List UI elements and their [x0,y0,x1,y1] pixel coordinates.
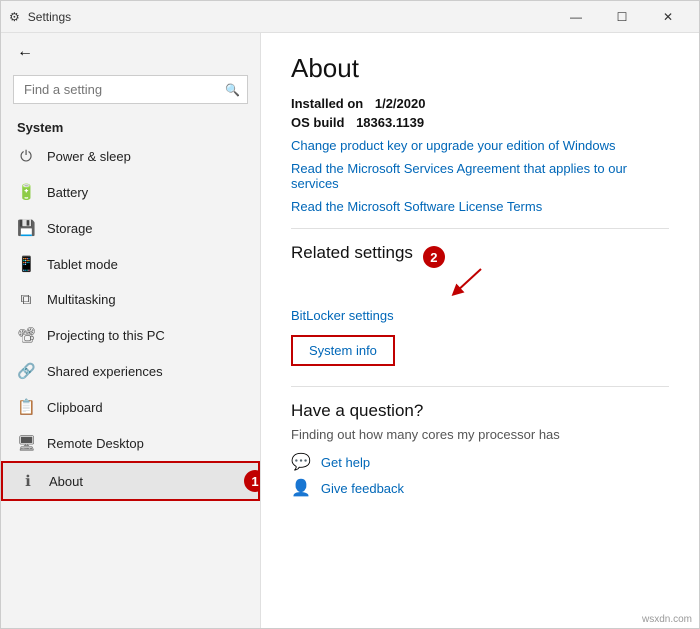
sidebar-item-label: About [49,474,83,489]
maximize-button[interactable]: ☐ [599,1,645,33]
remote-icon: 🖥 [17,434,35,452]
give-feedback-item[interactable]: 👤 Give feedback [291,478,669,498]
sidebar-item-label: Storage [47,221,93,236]
minimize-button[interactable]: — [553,1,599,33]
bitlocker-link[interactable]: BitLocker settings [291,308,669,323]
os-build-label: OS build [291,115,344,130]
shared-icon: 🔗 [17,362,35,380]
battery-icon: 🔋 [17,183,35,201]
sidebar-item-shared[interactable]: 🔗 Shared experiences [1,353,260,389]
os-build-row: OS build 18363.1139 [291,115,669,130]
sidebar-item-label: Multitasking [47,292,116,307]
sidebar-item-projecting[interactable]: 📽 Projecting to this PC [1,317,260,353]
page-title: About [291,53,669,84]
divider2 [291,386,669,387]
back-icon: ← [17,43,33,61]
link-services-agreement[interactable]: Read the Microsoft Services Agreement th… [291,161,669,191]
annotation-badge-2: 2 [423,246,445,268]
main-panel: About Installed on 1/2/2020 OS build 183… [261,33,699,628]
system-info-button[interactable]: System info [291,335,395,366]
sidebar-item-label: Remote Desktop [47,436,144,451]
search-container: 🔍 [13,75,248,104]
badge-2-container: 2 [423,246,445,268]
sidebar-item-label: Clipboard [47,400,103,415]
title-bar-controls: — ☐ ✕ [553,1,691,33]
back-button[interactable]: ← [1,33,260,71]
sidebar-item-multitasking[interactable]: ⧉ Multitasking [1,282,260,317]
sidebar-item-clipboard[interactable]: 📋 Clipboard [1,389,260,425]
sidebar: ← 🔍 System ⏻ Power & sleep 🔋 Battery 💾 S… [1,33,261,628]
get-help-item[interactable]: 💬 Get help [291,452,669,472]
title-bar-left: ⚙ Settings [9,10,71,24]
link-product-key[interactable]: Change product key or upgrade your editi… [291,138,669,153]
os-build-value: 18363.1139 [356,115,424,130]
sidebar-item-label: Battery [47,185,88,200]
related-settings-title: Related settings [291,243,413,263]
title-bar: ⚙ Settings — ☐ ✕ [1,1,699,33]
sidebar-item-power-sleep[interactable]: ⏻ Power & sleep [1,139,260,174]
sidebar-item-tablet[interactable]: 📱 Tablet mode [1,246,260,282]
window-title: Settings [28,10,71,24]
give-feedback-label: Give feedback [321,481,404,496]
related-settings-section: Related settings 2 [291,243,669,372]
close-button[interactable]: ✕ [645,1,691,33]
watermark: wsxdn.com [642,614,692,625]
feedback-icon: 👤 [291,478,311,498]
power-sleep-icon: ⏻ [17,148,35,165]
settings-window: ⚙ Settings — ☐ ✕ ← 🔍 System ⏻ Power & sl… [0,0,700,629]
projecting-icon: 📽 [17,326,35,344]
clipboard-icon: 📋 [17,398,35,416]
storage-icon: 💾 [17,219,35,237]
settings-icon: ⚙ [9,10,20,24]
sidebar-item-label: Projecting to this PC [47,328,165,343]
multitasking-icon: ⧉ [17,291,35,308]
search-input[interactable] [13,75,248,104]
sidebar-item-about[interactable]: ℹ About 1 [1,461,260,501]
sidebar-item-battery[interactable]: 🔋 Battery [1,174,260,210]
sidebar-item-storage[interactable]: 💾 Storage [1,210,260,246]
arrow-svg [451,267,511,297]
sidebar-item-remote[interactable]: 🖥 Remote Desktop [1,425,260,461]
annotation-badge-1: 1 [244,470,261,492]
about-icon: ℹ [19,472,37,490]
sidebar-item-label: Power & sleep [47,149,131,164]
section-title: System [1,112,260,139]
main-content: ← 🔍 System ⏻ Power & sleep 🔋 Battery 💾 S… [1,33,699,628]
question-text: Finding out how many cores my processor … [291,427,669,442]
sidebar-item-label: Tablet mode [47,257,118,272]
tablet-icon: 📱 [17,255,35,273]
question-title: Have a question? [291,401,669,421]
sidebar-item-label: Shared experiences [47,364,163,379]
link-license-terms[interactable]: Read the Microsoft Software License Term… [291,199,669,214]
get-help-icon: 💬 [291,452,311,472]
installed-on-row: Installed on 1/2/2020 [291,96,669,111]
installed-on-label: Installed on [291,96,363,111]
search-icon: 🔍 [225,83,240,97]
arrow-indicator [451,267,669,302]
installed-on-value: 1/2/2020 [375,96,426,111]
divider [291,228,669,229]
get-help-label: Get help [321,455,370,470]
